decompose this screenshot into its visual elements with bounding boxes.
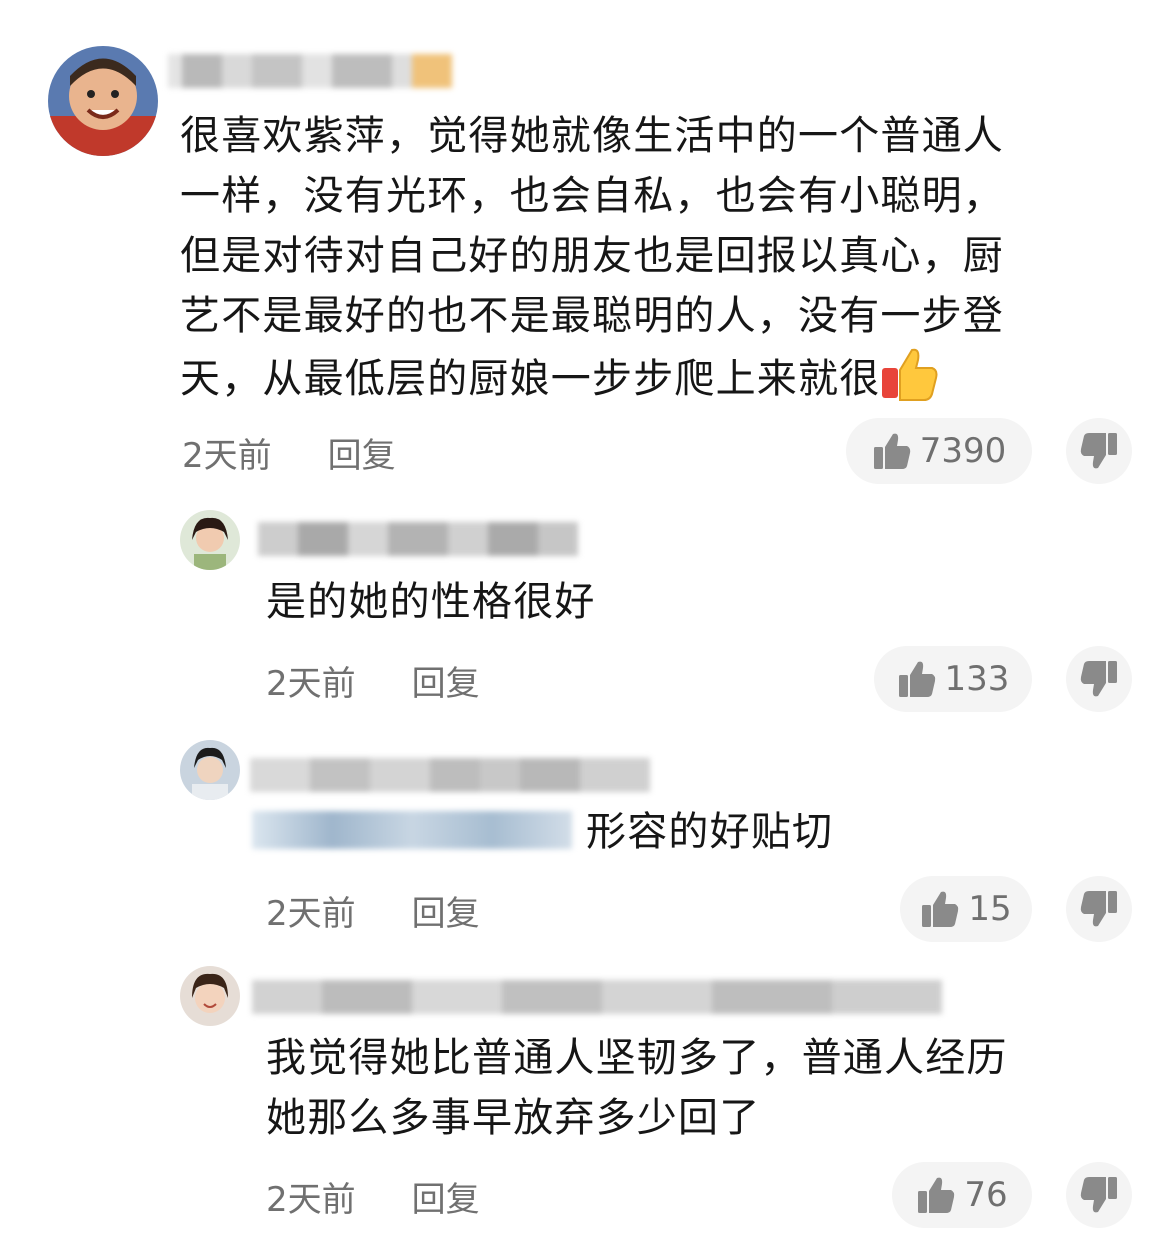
comment-meta: 2天前 回复 xyxy=(266,656,480,705)
avatar-image xyxy=(180,740,240,800)
avatar-image xyxy=(48,46,158,156)
like-button[interactable]: 7390 xyxy=(846,418,1032,484)
timestamp: 2天前 xyxy=(266,894,356,934)
like-button[interactable]: 15 xyxy=(900,876,1032,942)
comment-item: 很喜欢紫萍，觉得她就像生活中的一个普通人 一样，没有光环，也会自私，也会有小聪明… xyxy=(0,0,1170,500)
mention-redacted[interactable] xyxy=(252,811,572,849)
avatar[interactable] xyxy=(48,46,158,156)
avatar-image xyxy=(180,510,240,570)
comment-meta: 2天前 回复 xyxy=(266,1172,480,1221)
like-button[interactable]: 133 xyxy=(874,646,1032,712)
timestamp: 2天前 xyxy=(266,1180,356,1220)
avatar[interactable] xyxy=(180,740,240,800)
like-count: 76 xyxy=(964,1175,1008,1215)
thumbs-up-icon xyxy=(922,891,959,927)
thumbs-down-icon xyxy=(1080,891,1117,927)
reply-button[interactable]: 回复 xyxy=(412,886,480,935)
username-redacted[interactable] xyxy=(250,758,650,792)
thumbs-up-icon xyxy=(873,433,910,469)
thumbs-down-icon xyxy=(1080,433,1117,469)
reply-item: 是的她的性格很好 2天前 回复 133 xyxy=(0,500,1170,730)
dislike-button[interactable] xyxy=(1066,418,1132,484)
dislike-button[interactable] xyxy=(1066,1162,1132,1228)
username-redacted[interactable] xyxy=(168,54,468,88)
reply-text: 我觉得她比普通人坚韧多了，普通人经历 她那么多事早放弃多少回了 xyxy=(266,1035,1008,1141)
comment-text: 很喜欢紫萍，觉得她就像生活中的一个普通人 一样，没有光环，也会自私，也会有小聪明… xyxy=(180,113,1004,402)
reply-text: 形容的好贴切 xyxy=(252,802,833,862)
reply-button[interactable]: 回复 xyxy=(412,656,480,705)
avatar[interactable] xyxy=(180,966,240,1026)
username-redacted[interactable] xyxy=(252,980,942,1014)
avatar[interactable] xyxy=(180,510,240,570)
comment-meta: 2天前 回复 xyxy=(266,886,480,935)
dislike-button[interactable] xyxy=(1066,646,1132,712)
thumbs-up-icon xyxy=(882,348,938,401)
reply-item: 形容的好贴切 2天前 回复 15 xyxy=(0,730,1170,960)
thumbs-up-icon xyxy=(918,1177,955,1213)
avatar-image xyxy=(180,966,240,1026)
like-count: 7390 xyxy=(919,431,1007,471)
timestamp: 2天前 xyxy=(182,436,272,476)
like-button[interactable]: 76 xyxy=(892,1162,1032,1228)
like-count: 15 xyxy=(968,889,1012,929)
thumbs-down-icon xyxy=(1080,661,1117,697)
reply-text: 是的她的性格很好 xyxy=(266,579,596,625)
timestamp: 2天前 xyxy=(266,664,356,704)
reply-button[interactable]: 回复 xyxy=(412,1172,480,1221)
comment-meta: 2天前 回复 xyxy=(182,428,396,477)
thumbs-down-icon xyxy=(1080,1177,1117,1213)
reply-button[interactable]: 回复 xyxy=(328,428,396,477)
thumbs-up-icon xyxy=(898,661,935,697)
reply-item: 我觉得她比普通人坚韧多了，普通人经历 她那么多事早放弃多少回了 2天前 回复 7… xyxy=(0,960,1170,1252)
dislike-button[interactable] xyxy=(1066,876,1132,942)
like-count: 133 xyxy=(944,659,1010,699)
username-redacted[interactable] xyxy=(258,522,578,556)
